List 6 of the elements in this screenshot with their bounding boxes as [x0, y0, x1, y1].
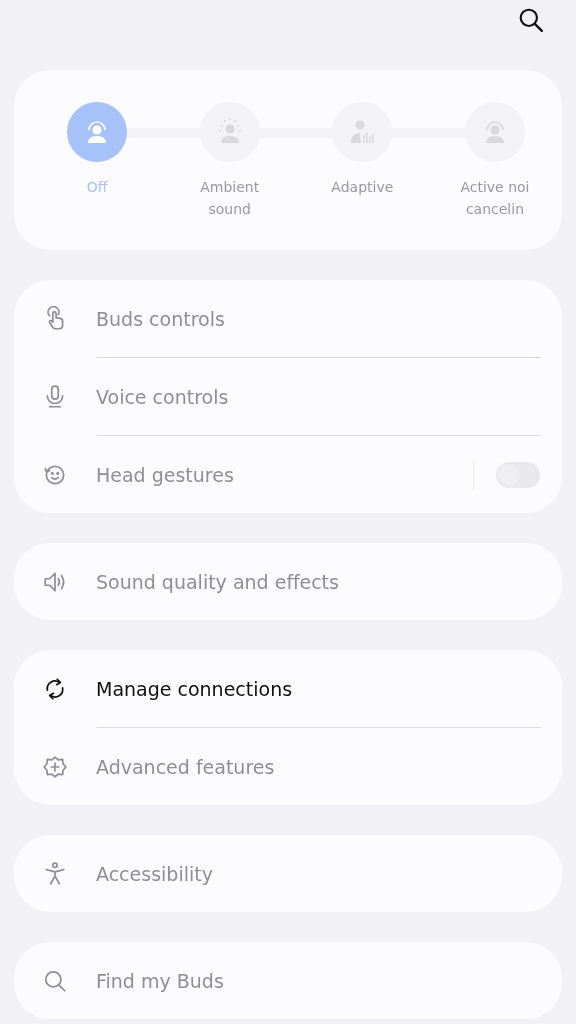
- search-icon[interactable]: [518, 7, 544, 33]
- mode-option[interactable]: Off: [52, 102, 142, 220]
- settings-item[interactable]: Manage connections: [14, 650, 562, 727]
- mode-option[interactable]: Ambient sound: [184, 102, 275, 220]
- mode-option[interactable]: Adaptive: [317, 102, 408, 220]
- mode-option[interactable]: Active noi cancelin: [449, 102, 540, 220]
